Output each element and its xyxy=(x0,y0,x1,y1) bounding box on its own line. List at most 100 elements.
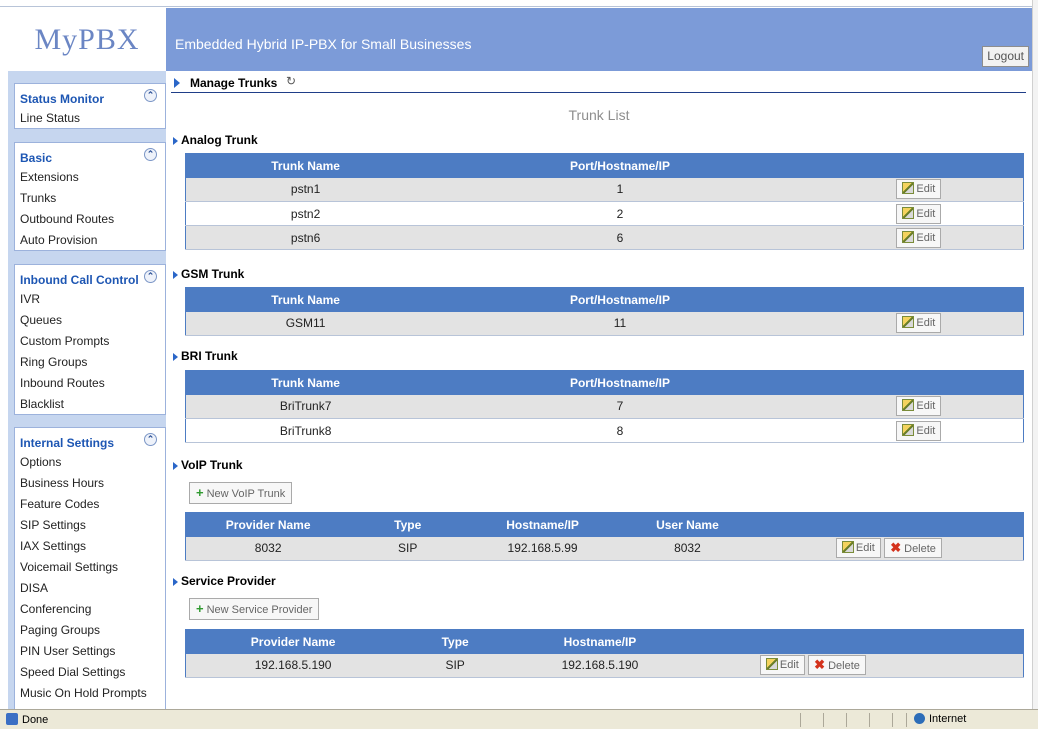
delete-button[interactable]: ✖ Delete xyxy=(808,655,866,676)
sidebar-item-conferencing[interactable]: Conferencing xyxy=(15,598,165,619)
edit-button[interactable]: Edit xyxy=(896,179,942,200)
provider-host: 192.168.5.190 xyxy=(510,653,690,678)
section-title: GSM Trunk xyxy=(181,267,245,281)
column-header: Port/Hostname/IP xyxy=(425,153,815,178)
column-header: Trunk Name xyxy=(185,153,426,178)
collapse-icon[interactable]: ⌃ xyxy=(144,433,157,446)
new-service-provider-label: New Service Provider xyxy=(206,604,313,616)
pencil-icon xyxy=(902,230,915,243)
actions-cell: Edit xyxy=(814,225,1024,250)
new-voip-trunk-button[interactable]: + New VoIP Trunk xyxy=(189,482,293,504)
sidebar-group-header[interactable]: Inbound Call Control ⌃ xyxy=(15,265,165,288)
edit-button[interactable]: Edit xyxy=(896,420,942,441)
table-row: 8032 SIP 192.168.5.99 8032 Edit ✖ Delete xyxy=(185,536,1024,561)
sidebar-item-options[interactable]: Options xyxy=(15,451,165,472)
sidebar-item-blacklist[interactable]: Blacklist xyxy=(15,393,165,414)
status-divider xyxy=(846,713,847,727)
column-header: Trunk Name xyxy=(185,287,426,312)
column-header: Hostname/IP xyxy=(510,629,690,654)
section-title: Analog Trunk xyxy=(181,133,258,147)
logo-area: MyPBX xyxy=(8,8,166,71)
edit-label: Edit xyxy=(916,400,936,413)
edit-button[interactable]: Edit xyxy=(759,655,805,676)
sidebar-item-line-status[interactable]: Line Status xyxy=(15,107,165,128)
edit-button[interactable]: Edit xyxy=(896,203,942,224)
delete-label: Delete xyxy=(904,543,936,556)
sidebar-item-trunks[interactable]: Trunks xyxy=(15,187,165,208)
page-icon xyxy=(6,713,18,725)
logout-button[interactable]: Logout xyxy=(982,46,1029,67)
sidebar-item-speed-dial-settings[interactable]: Speed Dial Settings xyxy=(15,661,165,682)
provider-name: 192.168.5.190 xyxy=(185,653,401,678)
column-header: Port/Hostname/IP xyxy=(425,287,815,312)
sidebar-item-paging-groups[interactable]: Paging Groups xyxy=(15,619,165,640)
trunk-name: pstn6 xyxy=(185,225,426,250)
sidebar-item-custom-prompts[interactable]: Custom Prompts xyxy=(15,330,165,351)
triangle-right-icon xyxy=(173,136,178,145)
edit-button[interactable]: Edit xyxy=(896,396,942,417)
sidebar-item-ivr[interactable]: IVR xyxy=(15,288,165,309)
sidebar: Status Monitor ⌃ Line Status Basic ⌃ Ext… xyxy=(8,71,166,709)
edit-label: Edit xyxy=(779,659,799,672)
column-header: User Name xyxy=(620,512,755,537)
vertical-scrollbar[interactable] xyxy=(1032,0,1038,709)
zone-indicator: Internet xyxy=(914,713,966,725)
refresh-icon[interactable]: ↻ xyxy=(286,74,296,88)
sidebar-item-queues[interactable]: Queues xyxy=(15,309,165,330)
sidebar-group-title: Basic xyxy=(20,151,53,165)
trunk-port: 8 xyxy=(425,418,815,443)
edit-button[interactable]: Edit xyxy=(896,227,942,248)
triangle-right-icon xyxy=(173,270,178,279)
collapse-icon[interactable]: ⌃ xyxy=(144,270,157,283)
table-header-row: Trunk Name Port/Hostname/IP xyxy=(185,370,1024,395)
sidebar-item-extensions[interactable]: Extensions xyxy=(15,166,165,187)
gsm-trunk-table: Trunk Name Port/Hostname/IP GSM11 11 Edi… xyxy=(185,287,1024,336)
sidebar-item-feature-codes[interactable]: Feature Codes xyxy=(15,493,165,514)
sidebar-item-auto-provision[interactable]: Auto Provision xyxy=(15,229,165,250)
delete-button[interactable]: ✖ Delete xyxy=(884,538,942,559)
status-text: Done xyxy=(6,713,48,726)
new-service-provider-button[interactable]: + New Service Provider xyxy=(189,598,320,620)
sidebar-item-disa[interactable]: DISA xyxy=(15,577,165,598)
trunk-port: 11 xyxy=(425,311,815,336)
edit-label: Edit xyxy=(916,424,936,437)
sidebar-item-inbound-routes[interactable]: Inbound Routes xyxy=(15,372,165,393)
actions-cell: Edit xyxy=(814,201,1024,226)
column-header: Provider Name xyxy=(185,629,401,654)
bri-trunk-table: Trunk Name Port/Hostname/IP BriTrunk7 7 … xyxy=(185,370,1024,443)
delete-icon: ✖ xyxy=(890,540,902,556)
sidebar-item-business-hours[interactable]: Business Hours xyxy=(15,472,165,493)
column-header xyxy=(689,629,1024,654)
sidebar-item-voicemail-settings[interactable]: Voicemail Settings xyxy=(15,556,165,577)
triangle-right-icon xyxy=(173,577,178,586)
sidebar-group-header[interactable]: Internal Settings ⌃ xyxy=(15,428,165,451)
edit-button[interactable]: Edit xyxy=(835,538,881,559)
trunk-port: 1 xyxy=(425,177,815,202)
trunk-name: pstn1 xyxy=(185,177,426,202)
collapse-icon[interactable]: ⌃ xyxy=(144,89,157,102)
sidebar-group-header[interactable]: Basic ⌃ xyxy=(15,143,165,166)
trunk-port: 2 xyxy=(425,201,815,226)
sidebar-item-outbound-routes[interactable]: Outbound Routes xyxy=(15,208,165,229)
sidebar-item-sip-settings[interactable]: SIP Settings xyxy=(15,514,165,535)
collapse-icon[interactable]: ⌃ xyxy=(144,148,157,161)
column-header: Port/Hostname/IP xyxy=(425,370,815,395)
sidebar-item-ring-groups[interactable]: Ring Groups xyxy=(15,351,165,372)
edit-label: Edit xyxy=(855,542,875,555)
sidebar-group-inbound-call-control: Inbound Call Control ⌃ IVR Queues Custom… xyxy=(14,264,166,415)
edit-button[interactable]: Edit xyxy=(896,313,942,334)
trunk-name: BriTrunk7 xyxy=(185,394,426,419)
sidebar-item-pin-user-settings[interactable]: PIN User Settings xyxy=(15,640,165,661)
sidebar-item-music-on-hold-prompts[interactable]: Music On Hold Prompts xyxy=(15,682,165,703)
trunk-port: 7 xyxy=(425,394,815,419)
delete-icon: ✖ xyxy=(814,657,826,673)
table-header-row: Trunk Name Port/Hostname/IP xyxy=(185,153,1024,178)
column-header: Trunk Name xyxy=(185,370,426,395)
sidebar-group-header[interactable]: Status Monitor ⌃ xyxy=(15,84,165,107)
sidebar-item-iax-settings[interactable]: IAX Settings xyxy=(15,535,165,556)
table-header-row: Trunk Name Port/Hostname/IP xyxy=(185,287,1024,312)
triangle-right-icon xyxy=(174,78,180,88)
header-title: Embedded Hybrid IP-PBX for Small Busines… xyxy=(175,36,472,52)
section-gsm-trunk: GSM Trunk xyxy=(173,267,244,281)
plus-icon: + xyxy=(196,485,204,500)
